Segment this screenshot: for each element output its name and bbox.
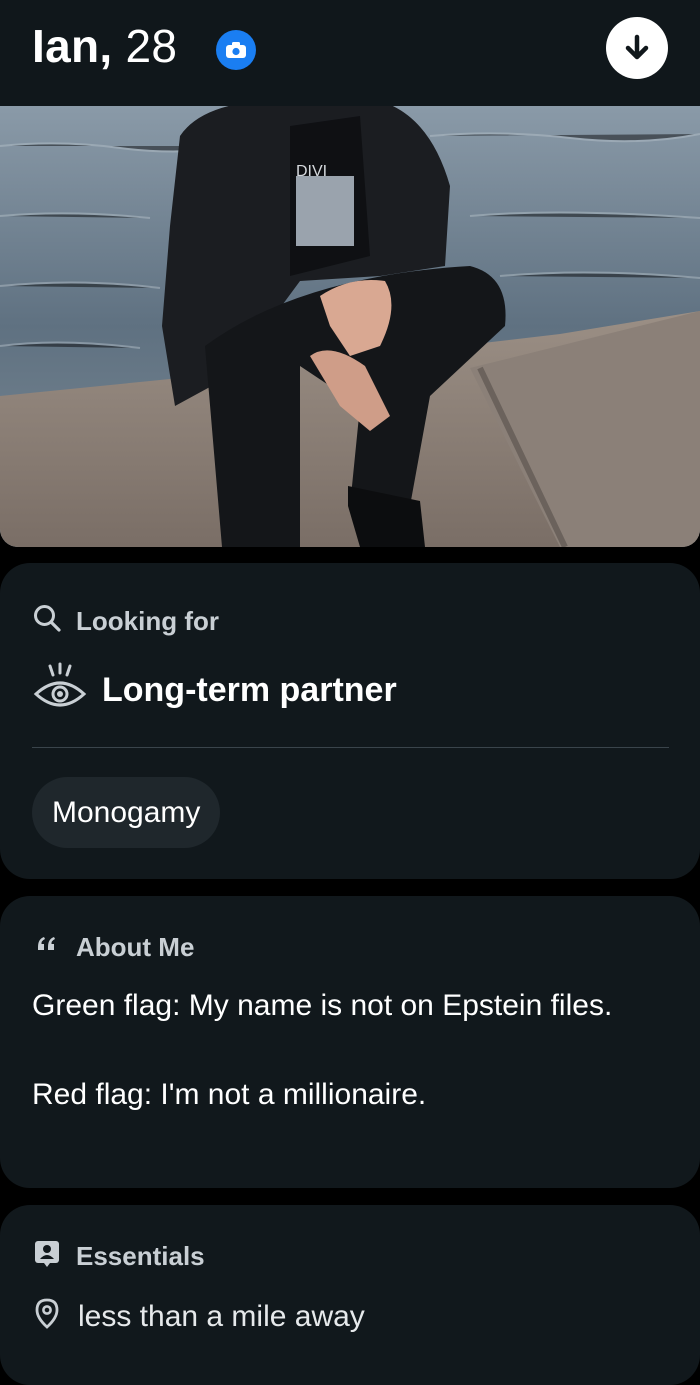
looking-for-text: Long-term partner [102, 671, 397, 709]
essentials-card [0, 1205, 700, 1385]
looking-for-value: Long-term partner [32, 662, 397, 719]
distance-row: less than a mile away [32, 1297, 365, 1337]
quote-icon [32, 929, 62, 966]
profile-name: Ian, [32, 20, 113, 72]
location-pin-icon [32, 1297, 62, 1337]
distance-text: less than a mile away [78, 1300, 365, 1333]
arrow-down-icon[interactable] [606, 17, 668, 79]
profile-age: 28 [125, 20, 178, 72]
looking-for-label: Looking for [76, 606, 219, 636]
about-me-line-2: Red flag: I'm not a millionaire. [32, 1078, 427, 1111]
eye-icon [32, 662, 88, 719]
profile-name-age: Ian, 28 [32, 18, 177, 74]
about-me-label: About Me [76, 932, 195, 962]
search-icon [32, 603, 62, 640]
about-me-heading: About Me [32, 929, 194, 966]
section-divider [32, 747, 669, 748]
camera-verified-icon[interactable] [216, 30, 256, 70]
about-me-line-1: Green flag: My name is not on Epstein fi… [32, 989, 613, 1022]
shirt-print-text: DIVI [296, 163, 327, 180]
monogamy-chip: Monogamy [32, 777, 221, 848]
essentials-label: Essentials [76, 1241, 205, 1271]
id-badge-icon [32, 1238, 62, 1275]
profile-photo[interactable]: DIVI [0, 106, 700, 547]
essentials-heading: Essentials [32, 1238, 205, 1275]
looking-for-heading: Looking for [32, 603, 219, 640]
profile-header: Ian, 28 [0, 0, 700, 106]
